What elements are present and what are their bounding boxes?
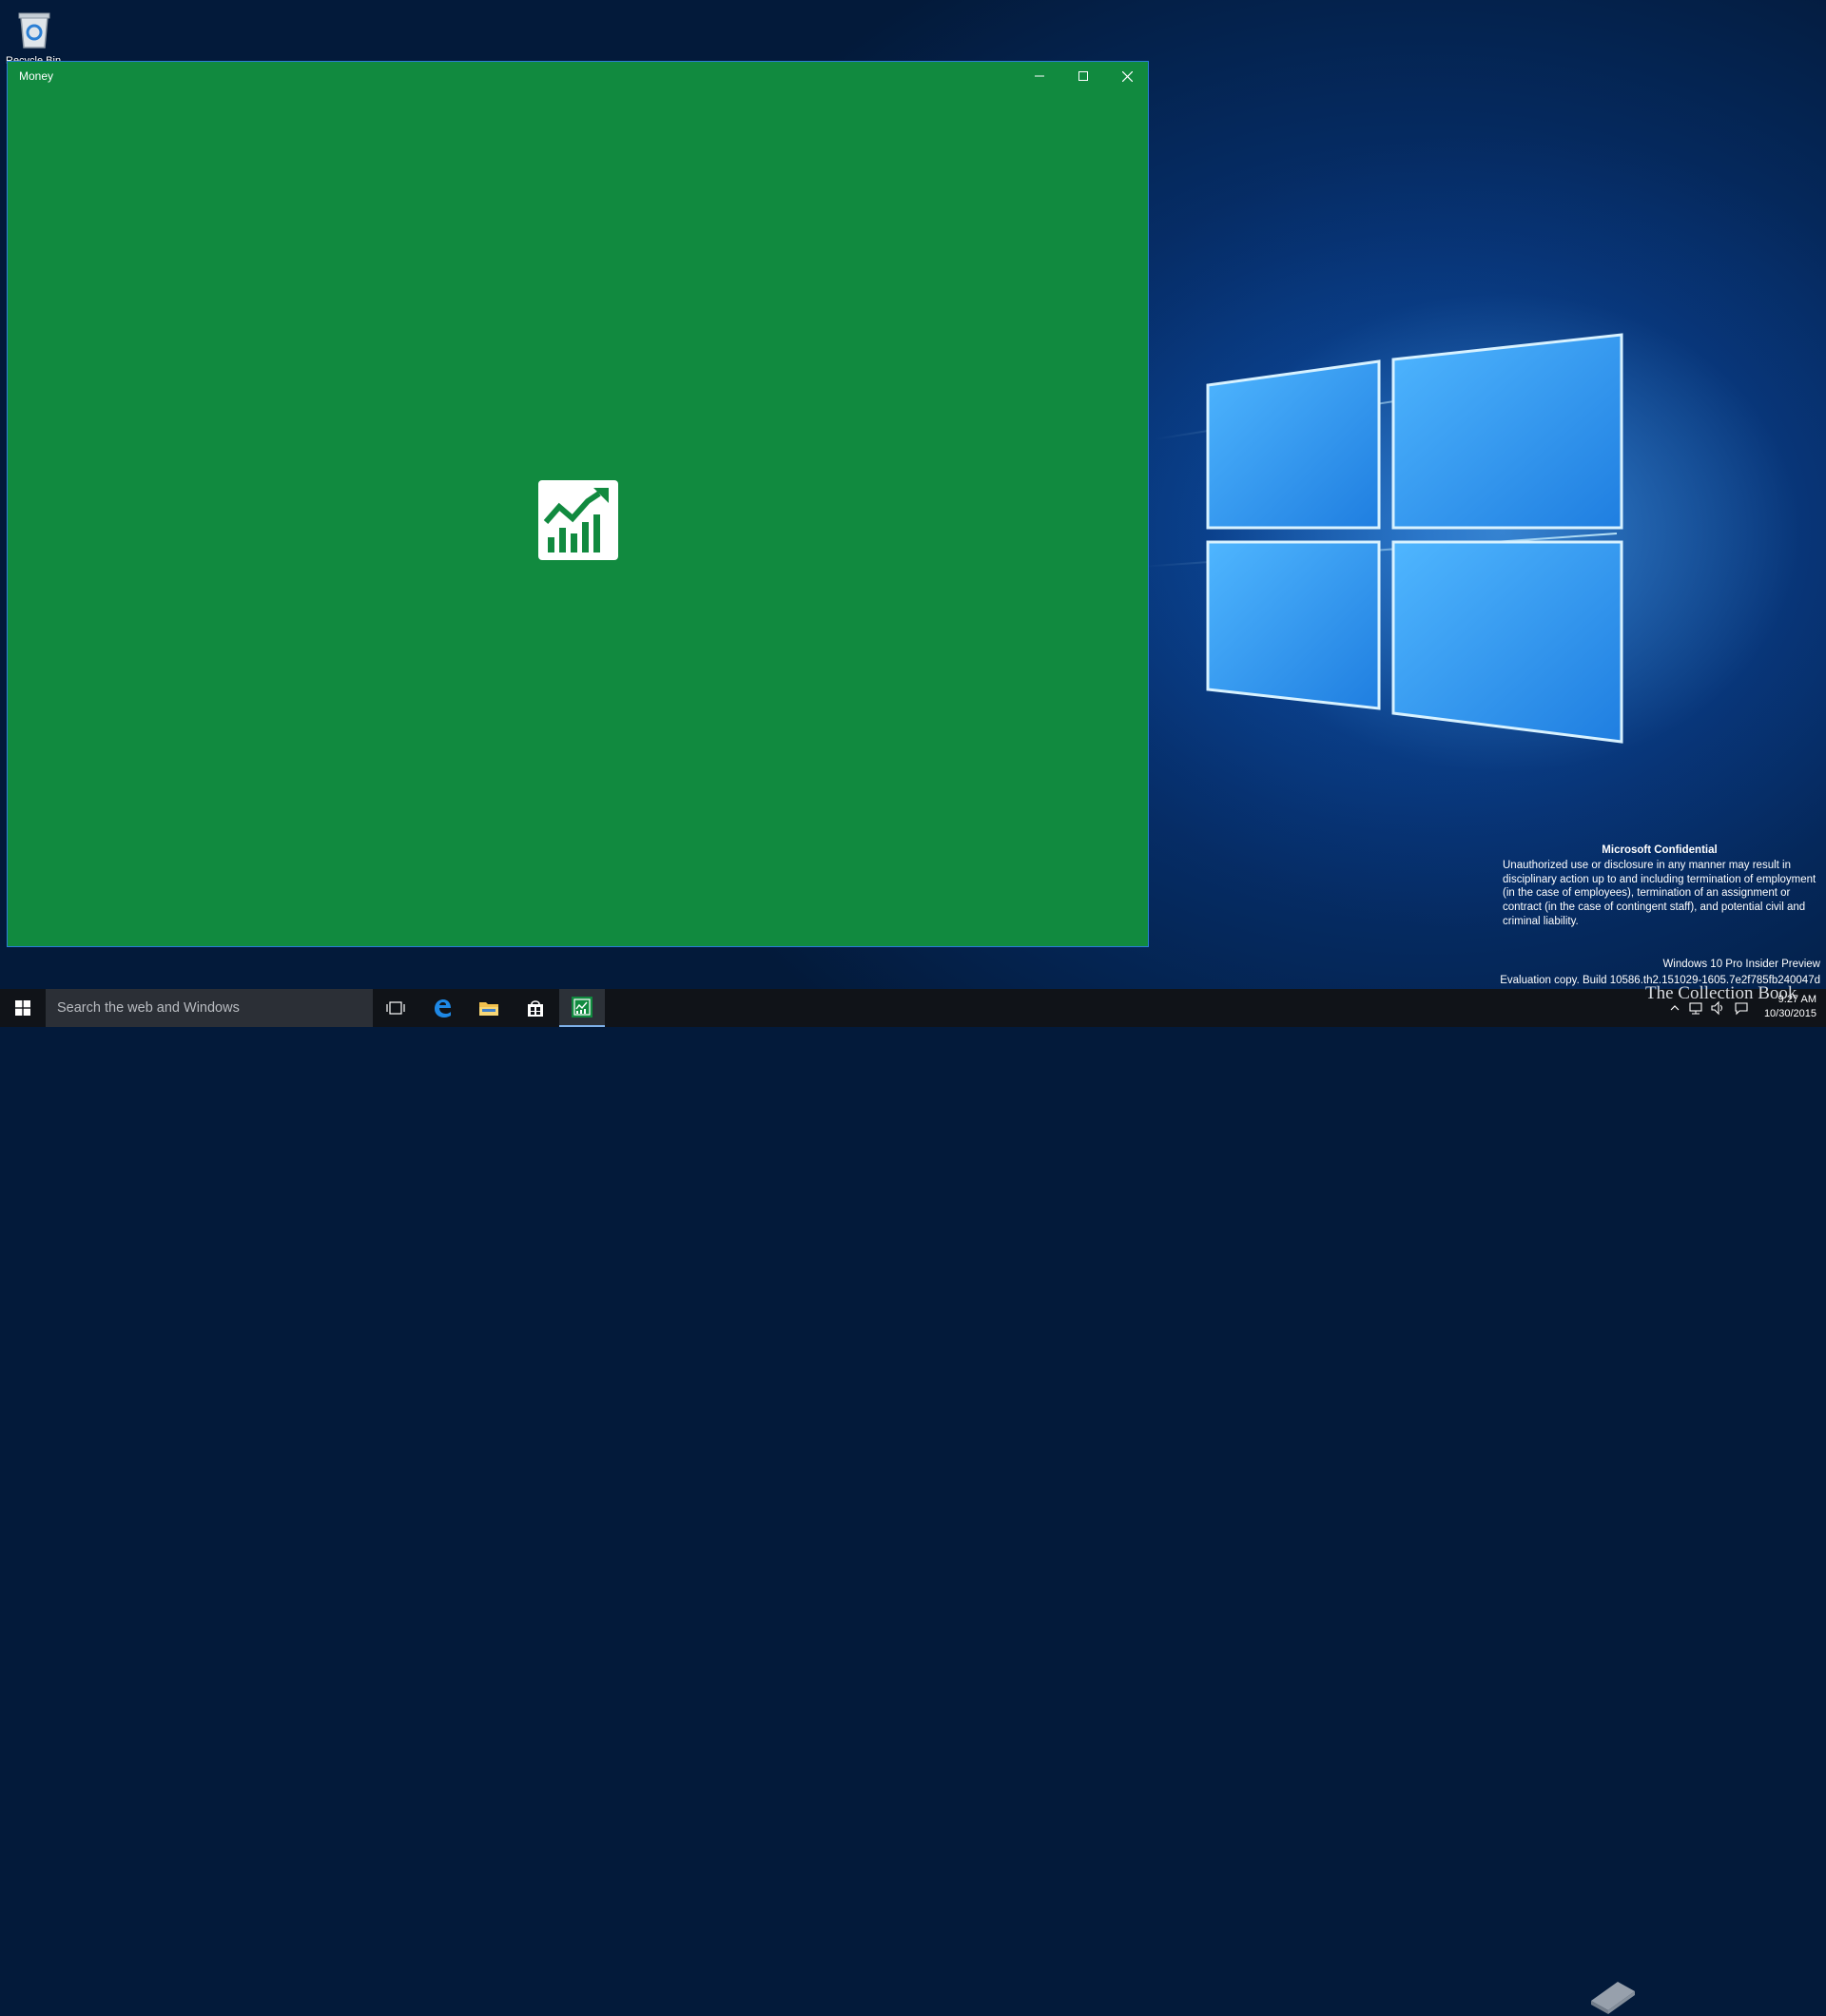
money-app-icon: [572, 997, 592, 1018]
minimize-button[interactable]: [1018, 62, 1061, 90]
confidential-notice: Microsoft Confidential Unauthorized use …: [1503, 843, 1816, 929]
action-center-icon[interactable]: [1734, 1000, 1749, 1016]
network-icon[interactable]: [1688, 1000, 1703, 1016]
edge-icon: [435, 999, 451, 1018]
maximize-button[interactable]: [1061, 62, 1105, 90]
notice-title: Microsoft Confidential: [1602, 844, 1718, 856]
windows-logo-wallpaper: [1206, 333, 1623, 744]
task-view-button[interactable]: [373, 989, 418, 1027]
close-icon: [1121, 70, 1133, 82]
edge-taskbar-button[interactable]: [419, 989, 465, 1027]
chevron-up-icon[interactable]: [1667, 1000, 1682, 1016]
close-button[interactable]: [1105, 62, 1149, 90]
money-taskbar-button[interactable]: [559, 989, 605, 1027]
clock-time: 9:27 AM: [1777, 994, 1816, 1005]
maximize-icon: [1078, 71, 1088, 81]
collection-book-watermark: [1591, 1982, 1635, 2014]
taskbar-clock[interactable]: 9:27 AM 10/30/2015: [1764, 993, 1816, 1021]
start-button[interactable]: [0, 989, 46, 1027]
recycle-bin-icon[interactable]: [13, 8, 55, 51]
windows-start-icon: [15, 1000, 30, 1016]
window-titlebar[interactable]: Money: [8, 62, 1148, 90]
store-icon: [528, 1000, 543, 1017]
file-explorer-icon: [479, 1002, 498, 1016]
clock-date: 10/30/2015: [1763, 1008, 1816, 1019]
file-explorer-taskbar-button[interactable]: [466, 989, 512, 1027]
search-box[interactable]: Search the web and Windows: [46, 989, 373, 1027]
store-taskbar-button[interactable]: [513, 989, 558, 1027]
window-title: Money: [19, 69, 54, 83]
volume-icon[interactable]: [1710, 1000, 1725, 1016]
edition-text: Windows 10 Pro Insider Preview: [1662, 959, 1820, 970]
money-chart-icon: [538, 480, 618, 560]
notice-body: Unauthorized use or disclosure in any ma…: [1503, 859, 1816, 927]
task-view-icon: [386, 1001, 405, 1015]
taskbar: Search the web and Windows The Collectio…: [0, 983, 1826, 2014]
search-placeholder: Search the web and Windows: [57, 1000, 240, 1016]
minimize-icon: [1035, 75, 1044, 77]
money-app-window: Money: [7, 61, 1149, 947]
